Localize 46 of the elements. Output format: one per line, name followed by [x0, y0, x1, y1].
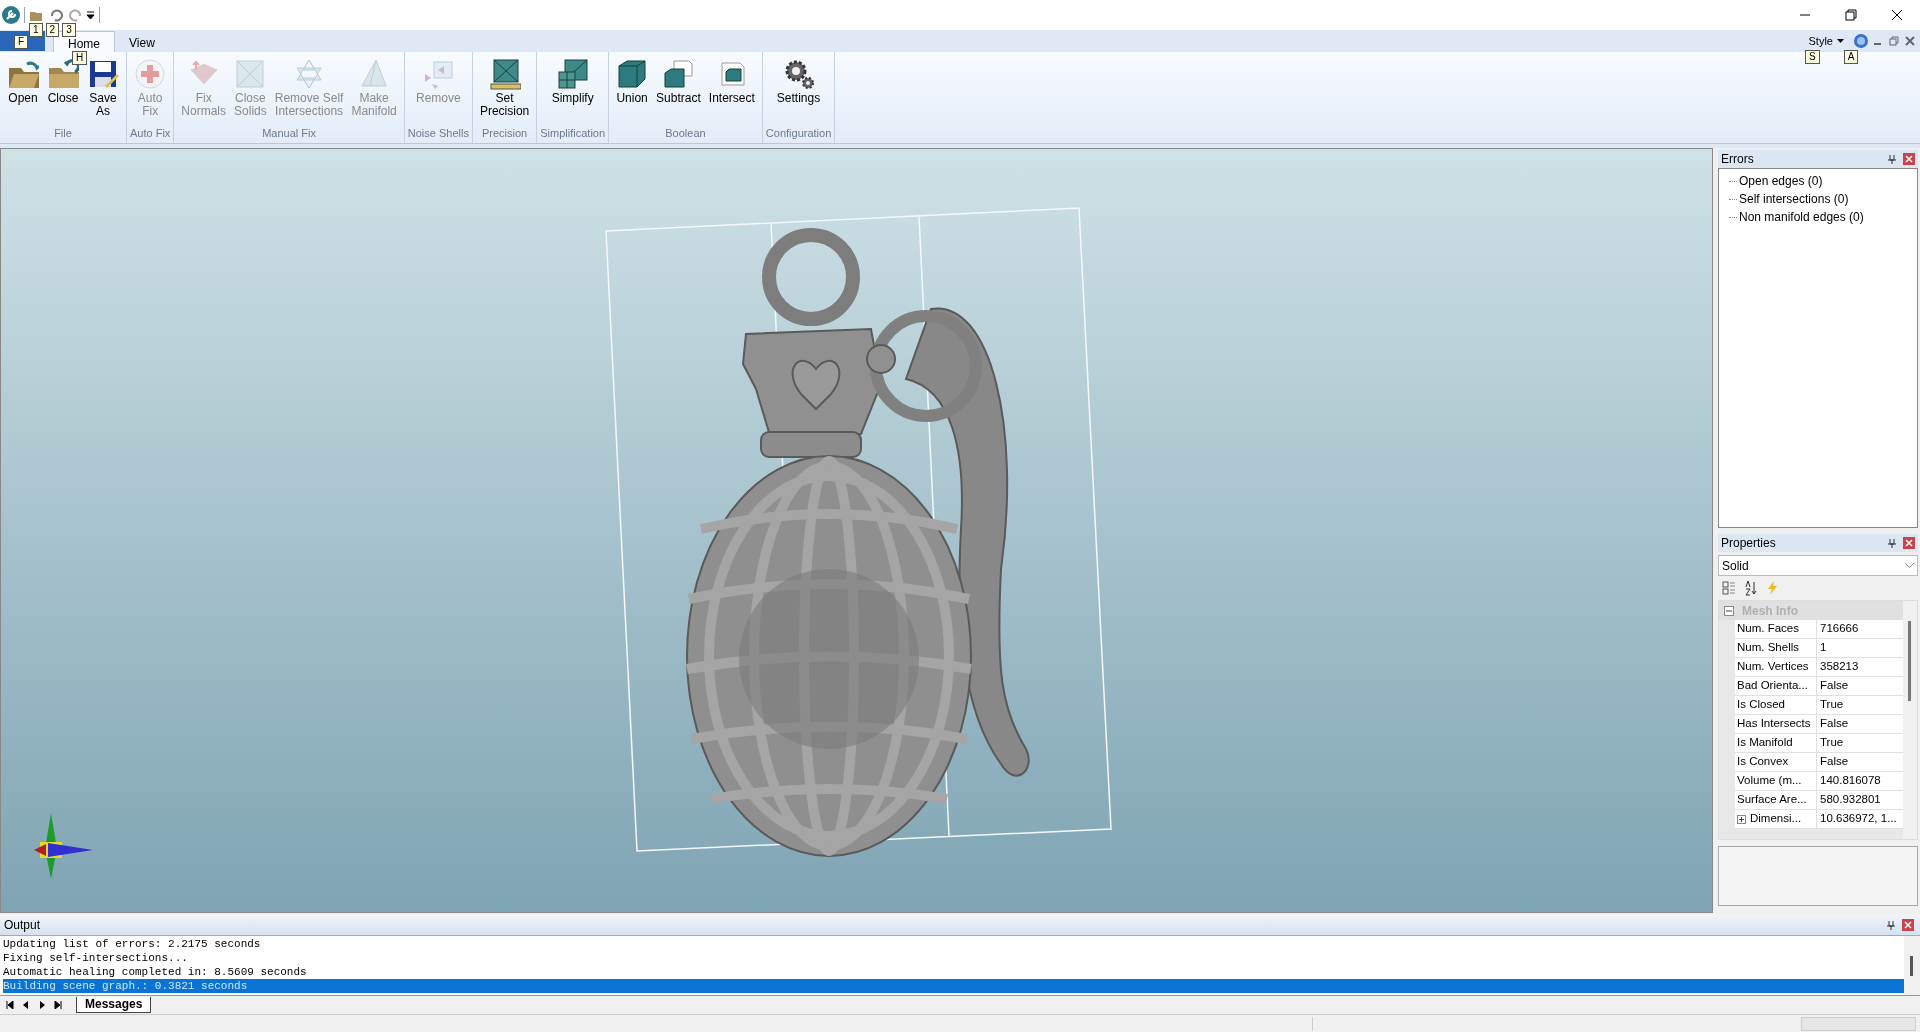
- property-name: Is Closed: [1736, 697, 1785, 713]
- property-name: Bad Orienta...: [1736, 678, 1808, 694]
- object-dropdown[interactable]: Solid: [1718, 555, 1918, 576]
- log-line: Fixing self-intersections...: [3, 951, 189, 965]
- tree-item[interactable]: Self intersections (0): [1739, 190, 1849, 208]
- ribbon-button[interactable]: Simplify: [547, 58, 598, 105]
- style-menu[interactable]: Style: [1808, 32, 1833, 50]
- property-value[interactable]: 1: [1820, 639, 1827, 657]
- property-name: Dimensi...: [1750, 811, 1802, 827]
- ribbon-button[interactable]: Union: [612, 58, 653, 105]
- property-name: Volume (m...: [1736, 773, 1802, 789]
- panel-title: Output: [4, 917, 41, 934]
- group-label: Configuration: [765, 125, 832, 141]
- log-line: Automatic healing completed in: 8.5609 seconds: [3, 965, 308, 979]
- group-label: Manual Fix: [262, 125, 316, 141]
- key-tip: H: [72, 51, 88, 65]
- group-label: Precision: [481, 125, 528, 141]
- ribbon-button[interactable]: Settings: [772, 58, 825, 105]
- ribbon-button[interactable]: Subtract: [652, 58, 705, 105]
- property-name: Has Intersects: [1736, 716, 1811, 732]
- key-tip: 3: [62, 23, 76, 37]
- property-name: Num. Faces: [1736, 621, 1799, 637]
- group-label: Noise Shells: [407, 125, 469, 141]
- key-tip: 2: [45, 23, 60, 37]
- tree-item[interactable]: Open edges (0): [1739, 172, 1823, 190]
- ribbon-button[interactable]: Set Precision: [475, 58, 534, 118]
- panel-title: Errors: [1721, 151, 1754, 168]
- tree-item[interactable]: Non manifold edges (0): [1739, 208, 1864, 226]
- group-label: Boolean: [665, 125, 706, 141]
- group-label: Simplification: [540, 125, 606, 141]
- log-line: Updating list of errors: 2.2175 seconds: [3, 937, 262, 951]
- property-name: Is Manifold: [1736, 735, 1793, 751]
- group-label: File: [54, 125, 72, 141]
- property-name: Surface Are...: [1736, 792, 1807, 808]
- key-tip: F: [14, 35, 29, 49]
- property-name: Num. Vertices: [1736, 659, 1809, 675]
- ribbon-button[interactable]: Intersect: [704, 58, 759, 105]
- output-tab[interactable]: Messages: [76, 997, 152, 1013]
- property-name: Num. Shells: [1736, 640, 1799, 656]
- group-label: Auto Fix: [130, 125, 171, 141]
- key-tip: 1: [29, 23, 43, 37]
- ribbon-tab[interactable]: View: [115, 31, 169, 52]
- property-name: Is Convex: [1736, 754, 1789, 770]
- key-tip: S: [1805, 50, 1820, 64]
- ribbon-button[interactable]: Open: [3, 58, 43, 105]
- panel-title: Properties: [1721, 535, 1776, 552]
